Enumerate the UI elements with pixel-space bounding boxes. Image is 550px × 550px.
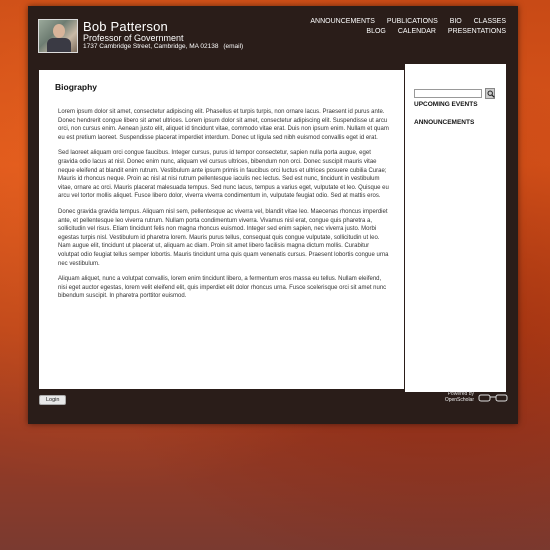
glasses-icon xyxy=(478,394,508,402)
nav-item-calendar[interactable]: CALENDAR xyxy=(398,28,436,35)
sidebar: UPCOMING EVENTS ANNOUNCEMENTS xyxy=(405,64,506,392)
nav-item-publications[interactable]: PUBLICATIONS xyxy=(387,18,438,25)
nav-item-classes[interactable]: CLASSES xyxy=(474,18,506,25)
biography-text: Lorem ipsum dolor sit amet, consectetur … xyxy=(58,108,391,308)
paragraph: Sed laoreet aliquam orci congue faucibus… xyxy=(58,150,389,200)
profile-photo xyxy=(38,19,78,53)
nav-item-presentations[interactable]: PRESENTATIONS xyxy=(448,28,506,35)
main-content: Biography Lorem ipsum dolor sit amet, co… xyxy=(39,70,404,389)
announcements-heading: ANNOUNCEMENTS xyxy=(414,119,475,126)
nav-item-blog[interactable]: BLOG xyxy=(366,28,385,35)
nav-item-bio[interactable]: BIO xyxy=(450,18,462,25)
address-text: 1737 Cambridge Street, Cambridge, MA 021… xyxy=(83,43,219,50)
search-input[interactable] xyxy=(414,89,482,98)
openscholar-brand: OpenScholar xyxy=(444,397,474,403)
search-icon xyxy=(487,90,495,98)
nav-row-1: ANNOUNCEMENTS PUBLICATIONS BIO CLASSES xyxy=(300,17,506,27)
photo-suit xyxy=(47,38,71,52)
upcoming-events-heading: UPCOMING EVENTS xyxy=(414,101,478,108)
site-name[interactable]: Bob Patterson xyxy=(83,19,168,34)
site-title: Professor of Government xyxy=(83,33,184,43)
site-address: 1737 Cambridge Street, Cambridge, MA 021… xyxy=(83,43,243,50)
paragraph: Lorem ipsum dolor sit amet, consectetur … xyxy=(58,109,389,141)
powered-by[interactable]: Powered by OpenScholar xyxy=(445,391,474,403)
page-frame: Bob Patterson Professor of Government 17… xyxy=(28,6,518,424)
paragraph: Aliquam aliquet, nunc a volutpat convall… xyxy=(58,276,387,300)
paragraph: Donec gravida gravida tempus. Aliquam ni… xyxy=(58,208,389,267)
search-button[interactable] xyxy=(485,88,495,99)
primary-nav: ANNOUNCEMENTS PUBLICATIONS BIO CLASSES B… xyxy=(300,17,506,37)
login-button[interactable]: Login xyxy=(39,395,67,405)
nav-item-announcements[interactable]: ANNOUNCEMENTS xyxy=(310,18,375,25)
email-link[interactable]: (email) xyxy=(223,43,243,50)
site-header: Bob Patterson Professor of Government 17… xyxy=(28,6,518,64)
nav-row-2: BLOG CALENDAR PRESENTATIONS xyxy=(300,27,506,37)
page-title: Biography xyxy=(55,82,98,92)
photo-face xyxy=(53,24,65,38)
